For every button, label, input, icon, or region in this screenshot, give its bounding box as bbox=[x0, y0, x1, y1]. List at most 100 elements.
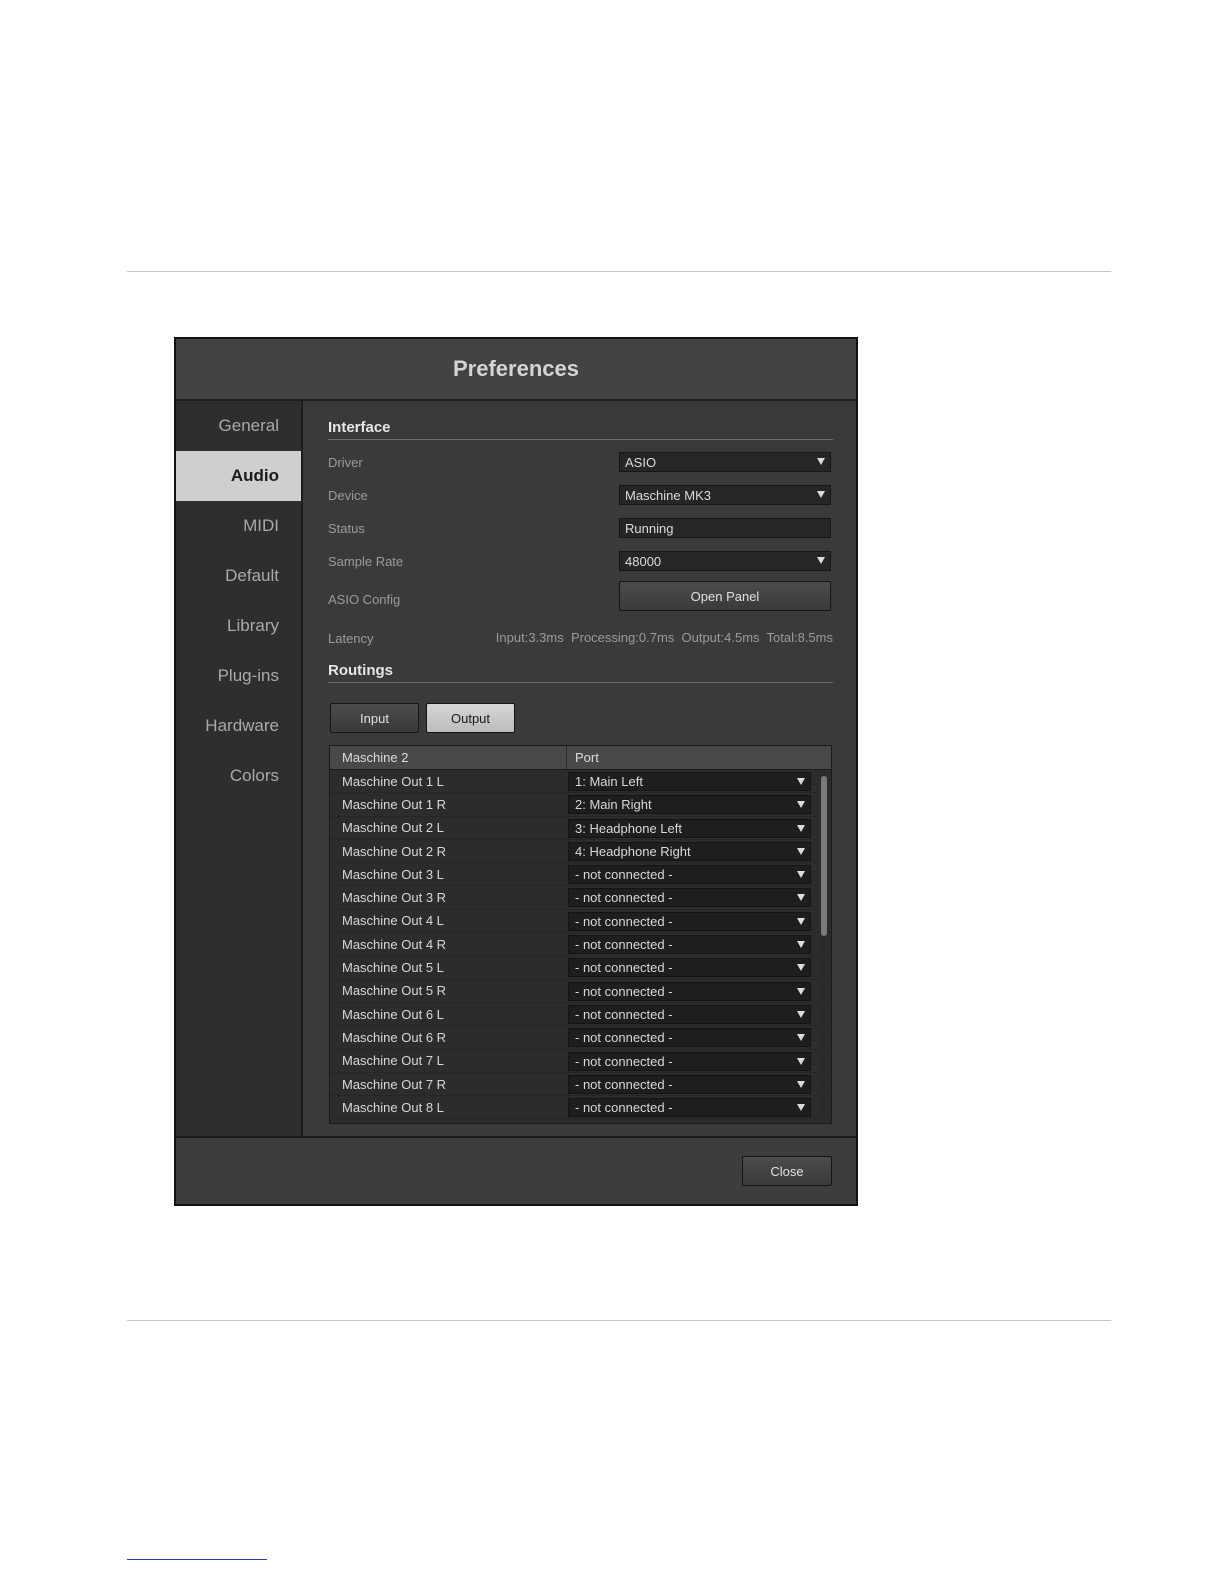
dropdown-arrow-icon bbox=[817, 557, 825, 564]
sidebar-item-colors[interactable]: Colors bbox=[176, 751, 301, 801]
dropdown-arrow-icon bbox=[797, 1034, 805, 1042]
port-select[interactable]: - not connected - bbox=[568, 958, 811, 978]
column-header-name: Maschine 2 bbox=[330, 746, 567, 769]
table-row: Maschine Out 6 L - not connected - bbox=[330, 1003, 831, 1027]
close-button[interactable]: Close bbox=[742, 1156, 832, 1186]
port-select[interactable]: - not connected - bbox=[568, 911, 811, 931]
output-channel-name: Maschine Out 3 R bbox=[342, 890, 447, 906]
port-value: - not connected - bbox=[575, 890, 673, 906]
tab-output[interactable]: Output bbox=[426, 703, 515, 733]
dropdown-arrow-icon bbox=[797, 1010, 805, 1018]
table-row: Maschine Out 1 L 1: Main Left bbox=[330, 770, 831, 794]
device-value: Maschine MK3 bbox=[625, 487, 711, 503]
dropdown-arrow-icon bbox=[817, 458, 825, 465]
page-bottom-rule bbox=[127, 1320, 1111, 1321]
output-channel-name: Maschine Out 6 L bbox=[342, 1006, 444, 1022]
sidebar-item-default[interactable]: Default bbox=[176, 551, 301, 601]
sidebar-item-midi[interactable]: MIDI bbox=[176, 501, 301, 551]
dropdown-arrow-icon bbox=[797, 847, 805, 855]
port-value: 3: Headphone Left bbox=[575, 820, 682, 836]
driver-select[interactable]: ASIO bbox=[619, 452, 831, 472]
sidebar-item-hardware[interactable]: Hardware bbox=[176, 701, 301, 751]
port-value: - not connected - bbox=[575, 867, 673, 883]
dropdown-arrow-icon bbox=[797, 1080, 805, 1088]
routing-table: Maschine 2 Port Maschine Out 1 L 1: Main … bbox=[329, 745, 832, 1124]
device-select[interactable]: Maschine MK3 bbox=[619, 485, 831, 505]
dropdown-arrow-icon bbox=[797, 778, 805, 785]
port-value: - not connected - bbox=[575, 1030, 673, 1046]
table-row: Maschine Out 3 R - not connected - bbox=[330, 886, 831, 910]
port-select[interactable]: 4: Headphone Right bbox=[568, 841, 811, 861]
dropdown-arrow-icon bbox=[797, 1057, 805, 1065]
sample-rate-value: 48000 bbox=[625, 553, 662, 569]
dropdown-arrow-icon bbox=[797, 824, 805, 832]
port-value: 2: Main Right bbox=[575, 797, 652, 813]
output-channel-name: Maschine Out 1 L bbox=[342, 773, 444, 789]
open-panel-button[interactable]: Open Panel bbox=[619, 581, 831, 611]
dropdown-arrow-icon bbox=[817, 491, 825, 498]
sidebar-item-plug-ins[interactable]: Plug-ins bbox=[176, 651, 301, 701]
port-select[interactable]: 2: Main Right bbox=[568, 795, 811, 815]
scrollbar-thumb[interactable] bbox=[821, 776, 827, 936]
dropdown-arrow-icon bbox=[797, 917, 805, 925]
port-select[interactable]: - not connected - bbox=[568, 1098, 811, 1118]
status-label: Status bbox=[328, 521, 365, 536]
table-row: Maschine Out 2 R 4: Headphone Right bbox=[330, 840, 831, 864]
port-select[interactable]: - not connected - bbox=[568, 981, 811, 1001]
port-value: - not connected - bbox=[575, 1006, 673, 1022]
port-value: - not connected - bbox=[575, 1053, 673, 1069]
sidebar-item-library[interactable]: Library bbox=[176, 601, 301, 651]
dropdown-arrow-icon bbox=[797, 941, 805, 949]
column-header-port: Port bbox=[575, 750, 599, 765]
status-value: Running bbox=[625, 520, 674, 536]
sidebar-item-general[interactable]: General bbox=[176, 401, 301, 451]
port-select[interactable]: - not connected - bbox=[568, 1051, 811, 1071]
port-value: - not connected - bbox=[575, 913, 673, 929]
sidebar-item-audio[interactable]: Audio bbox=[176, 451, 301, 501]
output-channel-name: Maschine Out 5 R bbox=[342, 983, 447, 999]
dropdown-arrow-icon bbox=[797, 894, 805, 902]
port-select[interactable]: 3: Headphone Left bbox=[568, 818, 811, 838]
port-select[interactable]: 1: Main Left bbox=[568, 772, 811, 791]
port-select[interactable]: - not connected - bbox=[568, 935, 811, 955]
footer-link-underline bbox=[127, 1559, 267, 1560]
port-value: 1: Main Left bbox=[575, 774, 643, 789]
preferences-sidebar: General Audio MIDI Default Library Plug-… bbox=[176, 401, 303, 1138]
port-value: - not connected - bbox=[575, 1100, 673, 1116]
sample-rate-label: Sample Rate bbox=[328, 554, 404, 569]
table-row: Maschine Out 3 L - not connected - bbox=[330, 863, 831, 887]
tab-input[interactable]: Input bbox=[330, 703, 419, 733]
port-value: - not connected - bbox=[575, 983, 673, 999]
port-value: - not connected - bbox=[575, 1076, 673, 1092]
page-top-rule bbox=[127, 271, 1111, 272]
table-header: Maschine 2 Port bbox=[330, 746, 831, 770]
routings-heading: Routings bbox=[328, 662, 833, 683]
port-select[interactable]: - not connected - bbox=[568, 865, 811, 885]
driver-label: Driver bbox=[328, 455, 363, 470]
table-row: Maschine Out 8 L - not connected - bbox=[330, 1096, 831, 1120]
table-row: Maschine Out 4 L - not connected - bbox=[330, 910, 831, 934]
dropdown-arrow-icon bbox=[797, 801, 805, 809]
port-select[interactable]: - not connected - bbox=[568, 1028, 811, 1048]
output-channel-name: Maschine Out 1 R bbox=[342, 796, 447, 812]
port-value: 4: Headphone Right bbox=[575, 843, 691, 859]
latency-label: Latency bbox=[328, 631, 374, 646]
output-channel-name: Maschine Out 5 L bbox=[342, 960, 444, 976]
port-select[interactable]: - not connected - bbox=[568, 888, 811, 908]
table-row: Maschine Out 2 L 3: Headphone Left bbox=[330, 817, 831, 840]
port-value: - not connected - bbox=[575, 937, 673, 953]
dialog-footer: Close bbox=[176, 1136, 856, 1204]
preferences-dialog: Preferences General Audio MIDI Default L… bbox=[174, 337, 858, 1206]
port-select[interactable]: - not connected - bbox=[568, 1004, 811, 1024]
output-channel-name: Maschine Out 8 L bbox=[342, 1099, 444, 1115]
sample-rate-select[interactable]: 48000 bbox=[619, 551, 831, 571]
interface-heading: Interface bbox=[328, 419, 833, 440]
table-row: Maschine Out 4 R - not connected - bbox=[330, 933, 831, 957]
port-value: - not connected - bbox=[575, 960, 673, 976]
output-channel-name: Maschine Out 2 R bbox=[342, 843, 447, 859]
output-channel-name: Maschine Out 4 L bbox=[342, 913, 444, 929]
audio-settings-panel: Interface Driver ASIO Device Maschine MK… bbox=[303, 401, 856, 1138]
dialog-title: Preferences bbox=[176, 339, 856, 401]
output-channel-name: Maschine Out 2 L bbox=[342, 820, 444, 836]
port-select[interactable]: - not connected - bbox=[568, 1074, 811, 1094]
